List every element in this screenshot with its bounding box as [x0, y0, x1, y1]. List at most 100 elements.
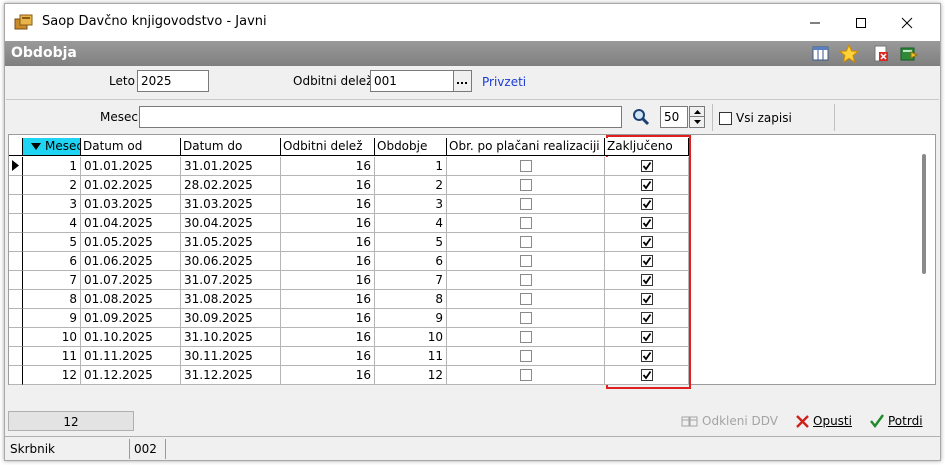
obr-cell[interactable]	[447, 328, 605, 347]
do-cell[interactable]: 30.04.2025	[181, 214, 281, 233]
zakljuceno-checkbox[interactable]	[641, 331, 653, 343]
delez-cell[interactable]: 16	[281, 328, 375, 347]
od-cell[interactable]: 01.08.2025	[81, 290, 181, 309]
od-cell[interactable]: 01.05.2025	[81, 233, 181, 252]
obr-cell[interactable]	[447, 252, 605, 271]
odkleni-ddv-button[interactable]: Odkleni DDV	[681, 409, 778, 433]
do-cell[interactable]: 30.09.2025	[181, 309, 281, 328]
obr-column-header[interactable]: Obr. po plačani realizaciji	[447, 138, 605, 156]
obdobje-cell[interactable]: 12	[375, 366, 447, 385]
mesec-cell[interactable]: 2	[23, 176, 81, 195]
delez-cell[interactable]: 16	[281, 290, 375, 309]
mesec-cell[interactable]: 3	[23, 195, 81, 214]
mesec-search-input[interactable]	[139, 106, 622, 128]
zakljuceno-checkbox[interactable]	[641, 217, 653, 229]
do-cell[interactable]: 30.06.2025	[181, 252, 281, 271]
zakljuceno-checkbox[interactable]	[641, 198, 653, 210]
zakljuceno-cell[interactable]	[605, 347, 689, 366]
obdobje-cell[interactable]: 8	[375, 290, 447, 309]
mesec-cell[interactable]: 12	[23, 366, 81, 385]
favorite-star-icon[interactable]	[838, 43, 860, 64]
delez-cell[interactable]: 16	[281, 366, 375, 385]
row-indicator[interactable]	[9, 157, 23, 176]
do-cell[interactable]: 31.07.2025	[181, 271, 281, 290]
stepper-up-icon[interactable]	[690, 107, 704, 117]
do-cell[interactable]: 31.10.2025	[181, 328, 281, 347]
obr-cell[interactable]	[447, 176, 605, 195]
obdobje-cell[interactable]: 1	[375, 157, 447, 176]
od-cell[interactable]: 01.04.2025	[81, 214, 181, 233]
obr-checkbox[interactable]	[520, 236, 532, 248]
obdobje-cell[interactable]: 2	[375, 176, 447, 195]
obdobje-cell[interactable]: 4	[375, 214, 447, 233]
close-button[interactable]	[884, 4, 930, 41]
row-indicator[interactable]	[9, 347, 23, 366]
obr-cell[interactable]	[447, 347, 605, 366]
obr-checkbox[interactable]	[520, 293, 532, 305]
obdobje-cell[interactable]: 3	[375, 195, 447, 214]
delez-cell[interactable]: 16	[281, 195, 375, 214]
zakljuceno-cell[interactable]	[605, 252, 689, 271]
zakljuceno-cell[interactable]	[605, 176, 689, 195]
od-cell[interactable]: 01.09.2025	[81, 309, 181, 328]
row-indicator[interactable]	[9, 328, 23, 347]
delez-cell[interactable]: 16	[281, 157, 375, 176]
obr-checkbox[interactable]	[520, 160, 532, 172]
do-cell[interactable]: 31.03.2025	[181, 195, 281, 214]
datum-od-column-header[interactable]: Datum od	[81, 138, 181, 156]
mesec-cell[interactable]: 7	[23, 271, 81, 290]
od-cell[interactable]: 01.02.2025	[81, 176, 181, 195]
delete-document-icon[interactable]	[871, 44, 891, 63]
row-indicator[interactable]	[9, 233, 23, 252]
obr-cell[interactable]	[447, 157, 605, 176]
mesec-cell[interactable]: 10	[23, 328, 81, 347]
datum-do-column-header[interactable]: Datum do	[181, 138, 281, 156]
zakljuceno-cell[interactable]	[605, 195, 689, 214]
leto-input[interactable]: 2025	[137, 70, 209, 92]
mesec-cell[interactable]: 8	[23, 290, 81, 309]
obr-checkbox[interactable]	[520, 198, 532, 210]
zakljuceno-checkbox[interactable]	[641, 179, 653, 191]
minimize-button[interactable]	[792, 4, 838, 41]
opusti-button[interactable]: Opusti	[795, 409, 852, 433]
zakljuceno-cell[interactable]	[605, 271, 689, 290]
row-indicator[interactable]	[9, 214, 23, 233]
obdobje-cell[interactable]: 6	[375, 252, 447, 271]
delez-cell[interactable]: 16	[281, 271, 375, 290]
mesec-cell[interactable]: 11	[23, 347, 81, 366]
obr-checkbox[interactable]	[520, 255, 532, 267]
obr-checkbox[interactable]	[520, 369, 532, 381]
zakljuceno-column-header[interactable]: Zaključeno	[605, 138, 689, 156]
zakljuceno-cell[interactable]	[605, 233, 689, 252]
odbitni-delez-input[interactable]: 001	[370, 70, 454, 92]
obr-checkbox[interactable]	[520, 274, 532, 286]
obr-checkbox[interactable]	[520, 331, 532, 343]
zakljuceno-cell[interactable]	[605, 157, 689, 176]
mesec-cell[interactable]: 1	[23, 157, 81, 176]
row-indicator[interactable]	[9, 176, 23, 195]
obr-cell[interactable]	[447, 214, 605, 233]
zakljuceno-checkbox[interactable]	[641, 350, 653, 362]
zakljuceno-checkbox[interactable]	[641, 255, 653, 267]
mesec-cell[interactable]: 9	[23, 309, 81, 328]
obr-cell[interactable]	[447, 271, 605, 290]
vsi-zapisi-checkbox[interactable]	[719, 112, 732, 125]
zakljuceno-checkbox[interactable]	[641, 160, 653, 172]
obdobje-cell[interactable]: 7	[375, 271, 447, 290]
od-cell[interactable]: 01.11.2025	[81, 347, 181, 366]
obdobje-cell[interactable]: 10	[375, 328, 447, 347]
od-cell[interactable]: 01.10.2025	[81, 328, 181, 347]
odbitni-lookup-button[interactable]	[453, 70, 472, 92]
zakljuceno-checkbox[interactable]	[641, 369, 653, 381]
zakljuceno-cell[interactable]	[605, 328, 689, 347]
maximize-button[interactable]	[838, 4, 884, 41]
row-indicator[interactable]	[9, 290, 23, 309]
od-cell[interactable]: 01.03.2025	[81, 195, 181, 214]
zakljuceno-checkbox[interactable]	[641, 293, 653, 305]
delez-cell[interactable]: 16	[281, 309, 375, 328]
delez-cell[interactable]: 16	[281, 214, 375, 233]
od-cell[interactable]: 01.12.2025	[81, 366, 181, 385]
delez-cell[interactable]: 16	[281, 252, 375, 271]
obr-cell[interactable]	[447, 366, 605, 385]
obdobje-cell[interactable]: 11	[375, 347, 447, 366]
